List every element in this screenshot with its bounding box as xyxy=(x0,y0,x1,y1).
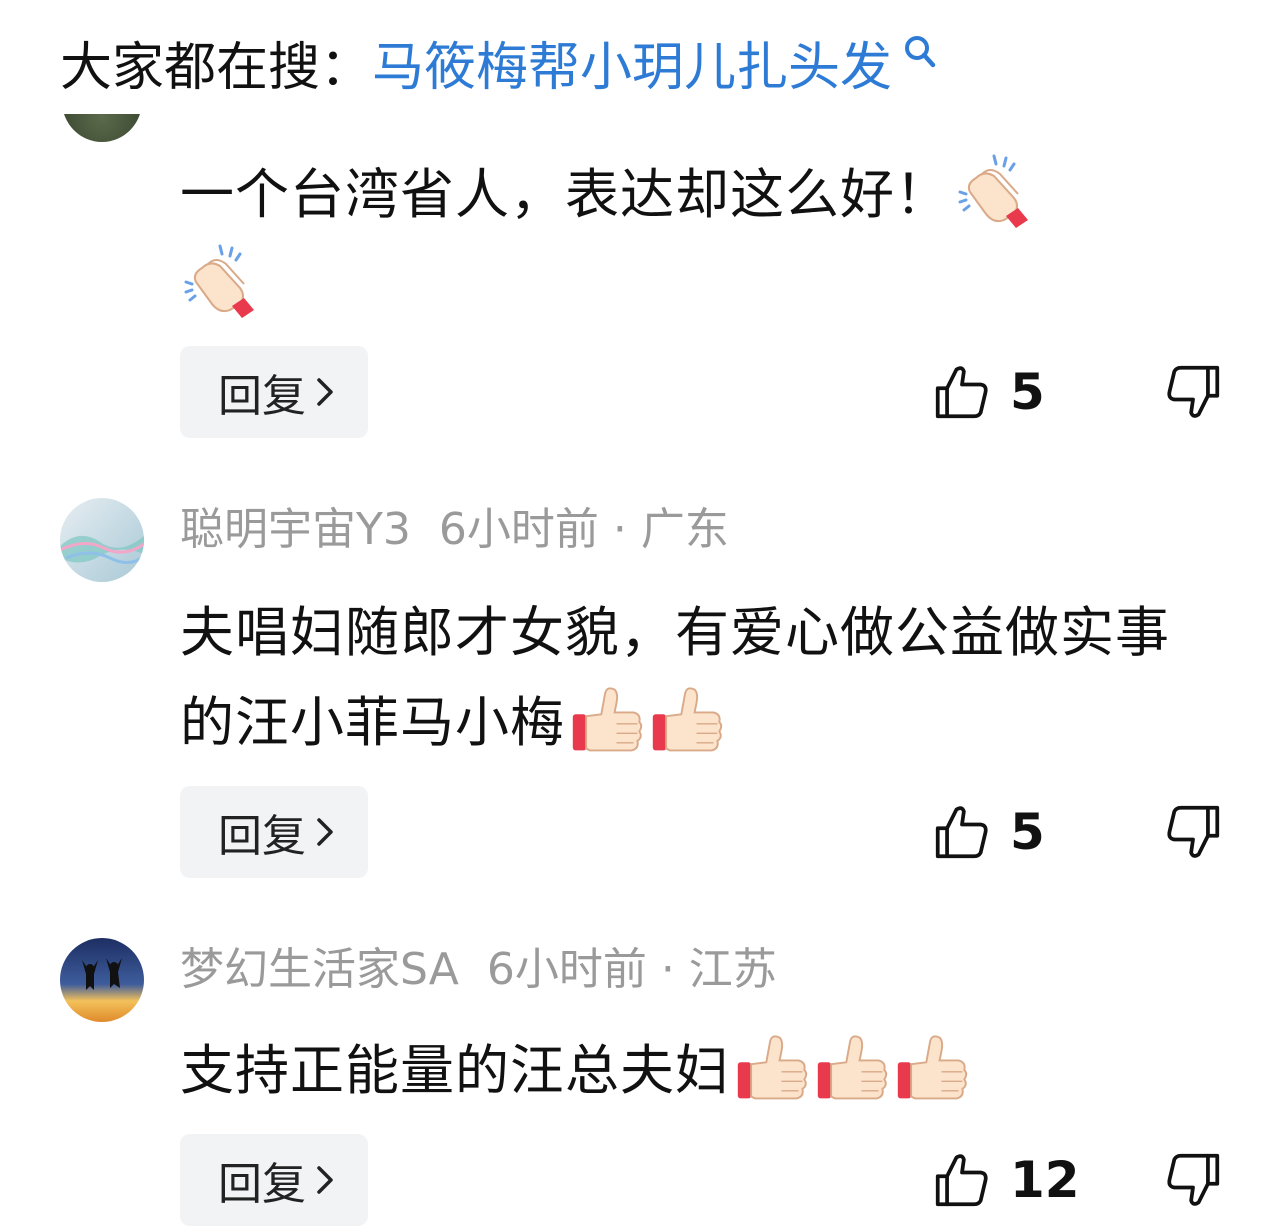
reply-label: 回复 xyxy=(218,371,306,422)
like-count: 5 xyxy=(1010,803,1045,861)
comment-time-location: 6小时前 · 江苏 xyxy=(486,944,777,995)
dislike-button[interactable] xyxy=(1164,786,1222,878)
reply-button[interactable]: 回复 xyxy=(180,1134,368,1226)
comment-meta: 聪明宇宙Y3 6小时前 · 广东 xyxy=(180,500,729,560)
like-count: 5 xyxy=(1010,363,1045,421)
thumbs-up-outline-icon xyxy=(934,364,990,420)
comment-text: 一个台湾省人，表达却这么好！ xyxy=(180,150,1220,330)
reply-button[interactable]: 回复 xyxy=(180,786,368,878)
avatar[interactable] xyxy=(60,498,144,582)
reply-button[interactable]: 回复 xyxy=(180,346,368,438)
comment-body: 一个台湾省人，表达却这么好！ xyxy=(180,163,950,226)
author-name[interactable]: 梦幻生活家SA xyxy=(180,944,459,995)
thumbs-down-outline-icon xyxy=(1165,364,1221,420)
thumbs-down-outline-icon xyxy=(1165,1152,1221,1208)
search-suggestion-label: 大家都在搜： xyxy=(60,38,373,98)
reply-label: 回复 xyxy=(218,811,306,862)
avatar[interactable] xyxy=(60,938,144,1022)
search-icon[interactable] xyxy=(902,34,938,70)
thumbs-up-outline-icon xyxy=(934,804,990,860)
comment-meta: 梦幻生活家SA 6小时前 · 江苏 xyxy=(180,940,777,1000)
comment-text: 支持正能量的汪总夫妇 xyxy=(180,1026,1220,1116)
clapping-hands-icon xyxy=(180,242,260,322)
dislike-button[interactable] xyxy=(1164,1134,1222,1226)
comment-body: 支持正能量的汪总夫妇 xyxy=(180,1039,730,1102)
like-button[interactable]: 5 xyxy=(934,346,1045,438)
thumbs-up-outline-icon xyxy=(934,1152,990,1208)
thumbs-up-icon xyxy=(814,1030,890,1106)
like-count: 12 xyxy=(1010,1151,1080,1209)
author-name[interactable]: 聪明宇宙Y3 xyxy=(180,504,411,555)
thumbs-up-icon xyxy=(894,1030,970,1106)
search-suggestion[interactable]: 大家都在搜： 马筱梅帮小玥儿扎头发 xyxy=(60,26,938,110)
clapping-hands-icon xyxy=(954,152,1034,232)
search-suggestion-term[interactable]: 马筱梅帮小玥儿扎头发 xyxy=(372,26,892,110)
dislike-button[interactable] xyxy=(1164,346,1222,438)
thumbs-up-icon xyxy=(734,1030,810,1106)
like-button[interactable]: 12 xyxy=(934,1134,1080,1226)
chevron-right-icon xyxy=(316,1165,334,1195)
thumbs-up-icon xyxy=(649,682,725,758)
thumbs-up-icon xyxy=(569,682,645,758)
thumbs-down-outline-icon xyxy=(1165,804,1221,860)
comment-time-location: 6小时前 · 广东 xyxy=(438,504,729,555)
chevron-right-icon xyxy=(316,377,334,407)
comment-text: 夫唱妇随郎才女貌，有爱心做公益做实事的汪小菲马小梅 xyxy=(180,588,1220,768)
chevron-right-icon xyxy=(316,817,334,847)
like-button[interactable]: 5 xyxy=(934,786,1045,878)
reply-label: 回复 xyxy=(218,1159,306,1210)
